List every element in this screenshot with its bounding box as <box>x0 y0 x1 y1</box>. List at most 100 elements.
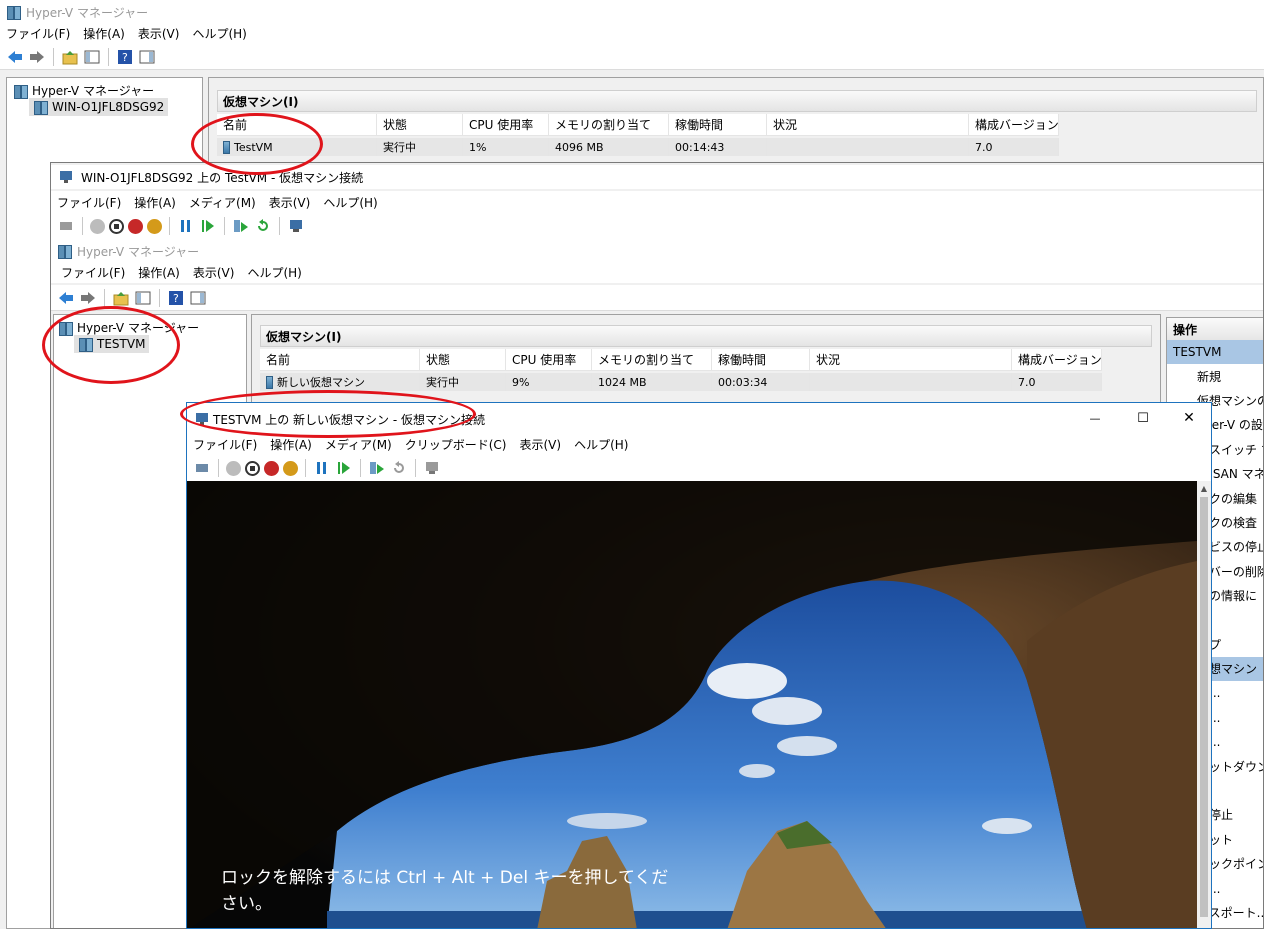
col-name[interactable]: 名前 <box>260 349 420 370</box>
vm-cpu: 9% <box>506 373 592 391</box>
col-uptime[interactable]: 稼働時間 <box>712 349 810 370</box>
show-hide-tree-icon[interactable] <box>83 48 101 66</box>
maximize-button[interactable]: ☐ <box>1123 407 1163 429</box>
hv1-vm-grid-header: 名前 状態 CPU 使用率 メモリの割り当て 稼働時間 状況 構成バージョン <box>217 114 1059 136</box>
start-icon[interactable] <box>226 460 241 476</box>
vm-status <box>810 373 1012 391</box>
show-hide-action-pane-icon[interactable] <box>138 48 156 66</box>
hv2-vm-row[interactable]: 新しい仮想マシン 実行中 9% 1024 MB 00:03:34 7.0 <box>260 373 1102 391</box>
revert-icon[interactable] <box>254 217 272 235</box>
col-memory[interactable]: メモリの割り当て <box>549 114 669 135</box>
toolbar-separator <box>360 459 361 477</box>
col-state[interactable]: 状態 <box>377 114 463 135</box>
toolbar-separator <box>159 288 160 307</box>
resume-icon[interactable] <box>335 459 353 477</box>
hv1-vm-row[interactable]: TestVM 実行中 1% 4096 MB 00:14:43 7.0 <box>217 138 1059 156</box>
col-version[interactable]: 構成バージョン <box>1012 349 1102 370</box>
vm-icon <box>266 375 273 389</box>
col-cpu[interactable]: CPU 使用率 <box>463 114 549 135</box>
col-status[interactable]: 状況 <box>810 349 1012 370</box>
stop-icon[interactable] <box>245 460 260 476</box>
menu-file[interactable]: ファイル(F) <box>6 25 70 42</box>
hv1-tree-root[interactable]: Hyper-V マネージャー <box>13 82 154 99</box>
vertical-scrollbar[interactable]: ▲ <box>1197 481 1211 928</box>
folder-up-icon[interactable] <box>61 48 79 66</box>
menu-view[interactable]: 表示(V) <box>269 194 311 211</box>
menu-help[interactable]: ヘルプ(H) <box>192 25 246 42</box>
vm-name: TestVM <box>234 140 273 154</box>
show-hide-tree-icon[interactable] <box>134 289 152 307</box>
help-icon[interactable]: ? <box>167 289 185 307</box>
col-cpu[interactable]: CPU 使用率 <box>506 349 592 370</box>
col-state[interactable]: 状態 <box>420 349 506 370</box>
menu-help[interactable]: ヘルプ(H) <box>574 436 628 453</box>
vm-name-cell: TestVM <box>217 138 377 156</box>
menu-media[interactable]: メディア(M) <box>189 194 256 211</box>
hv1-titlebar: Hyper-V マネージャー <box>0 0 1264 24</box>
menu-action[interactable]: 操作(A) <box>134 194 176 211</box>
stop-icon[interactable] <box>109 218 124 234</box>
hv2-tree-host[interactable]: TESTVM <box>74 335 150 353</box>
col-uptime[interactable]: 稼働時間 <box>669 114 767 135</box>
ctrl-alt-del-icon[interactable] <box>193 459 211 477</box>
menu-help[interactable]: ヘルプ(H) <box>323 194 377 211</box>
hv1-title: Hyper-V マネージャー <box>26 5 149 20</box>
svg-text:?: ? <box>173 292 179 305</box>
hv2-tree-root[interactable]: Hyper-V マネージャー <box>58 319 199 336</box>
forward-arrow-icon[interactable] <box>28 48 46 66</box>
vmconn2-menubar: ファイル(F) 操作(A) メディア(M) クリップボード(C) 表示(V) ヘ… <box>187 433 1211 455</box>
menu-file[interactable]: ファイル(F) <box>61 264 125 281</box>
vm-screen[interactable]: ロックを解除するには Ctrl + Alt + Del キーを押してください。 <box>187 481 1197 928</box>
show-hide-action-pane-icon[interactable] <box>189 289 207 307</box>
power-icon[interactable] <box>283 460 298 476</box>
scroll-thumb[interactable] <box>1200 497 1208 917</box>
shutdown-icon[interactable] <box>264 460 279 476</box>
minimize-button[interactable]: — <box>1075 407 1115 429</box>
pause-icon[interactable] <box>313 459 331 477</box>
menu-view[interactable]: 表示(V) <box>138 25 180 42</box>
menu-media[interactable]: メディア(M) <box>325 436 392 453</box>
vmconn1-menubar: ファイル(F) 操作(A) メディア(M) 表示(V) ヘルプ(H) <box>51 191 1263 213</box>
menu-clipboard[interactable]: クリップボード(C) <box>405 436 507 453</box>
menu-view[interactable]: 表示(V) <box>520 436 562 453</box>
forward-arrow-icon[interactable] <box>79 289 97 307</box>
hv2-title: Hyper-V マネージャー <box>77 244 200 259</box>
menu-file[interactable]: ファイル(F) <box>57 194 121 211</box>
back-arrow-icon[interactable] <box>57 289 75 307</box>
start-icon[interactable] <box>90 218 105 234</box>
revert-icon[interactable] <box>390 459 408 477</box>
folder-up-icon[interactable] <box>112 289 130 307</box>
toolbar-separator <box>279 217 280 235</box>
col-name[interactable]: 名前 <box>217 114 377 135</box>
enhanced-session-icon[interactable] <box>423 459 441 477</box>
menu-action[interactable]: 操作(A) <box>270 436 312 453</box>
enhanced-session-icon[interactable] <box>287 217 305 235</box>
menu-action[interactable]: 操作(A) <box>138 264 180 281</box>
toolbar-separator <box>108 47 109 66</box>
back-arrow-icon[interactable] <box>6 48 24 66</box>
menu-action[interactable]: 操作(A) <box>83 25 125 42</box>
menu-file[interactable]: ファイル(F) <box>193 436 257 453</box>
checkpoint-icon[interactable] <box>368 459 386 477</box>
menu-view[interactable]: 表示(V) <box>193 264 235 281</box>
ctrl-alt-del-icon[interactable] <box>57 217 75 235</box>
lock-message: ロックを解除するには Ctrl + Alt + Del キーを押してください。 <box>221 868 669 914</box>
menu-help[interactable]: ヘルプ(H) <box>247 264 301 281</box>
checkpoint-icon[interactable] <box>232 217 250 235</box>
toolbar-separator <box>224 217 225 235</box>
action-new[interactable]: 新規 <box>1171 364 1263 388</box>
col-memory[interactable]: メモリの割り当て <box>592 349 712 370</box>
col-status[interactable]: 状況 <box>767 114 969 135</box>
power-icon[interactable] <box>147 218 162 234</box>
hv1-tree-host[interactable]: WIN-O1JFL8DSG92 <box>29 98 169 116</box>
hv2-tree-root-label: Hyper-V マネージャー <box>77 321 200 335</box>
col-version[interactable]: 構成バージョン <box>969 114 1059 135</box>
help-icon[interactable]: ? <box>116 48 134 66</box>
resume-icon[interactable] <box>199 217 217 235</box>
scroll-up-arrow[interactable]: ▲ <box>1197 481 1211 495</box>
server-icon <box>78 337 93 352</box>
shutdown-icon[interactable] <box>128 218 143 234</box>
hv1-tree-host-label: WIN-O1JFL8DSG92 <box>52 100 165 114</box>
pause-icon[interactable] <box>177 217 195 235</box>
close-button[interactable]: ✕ <box>1169 407 1209 429</box>
